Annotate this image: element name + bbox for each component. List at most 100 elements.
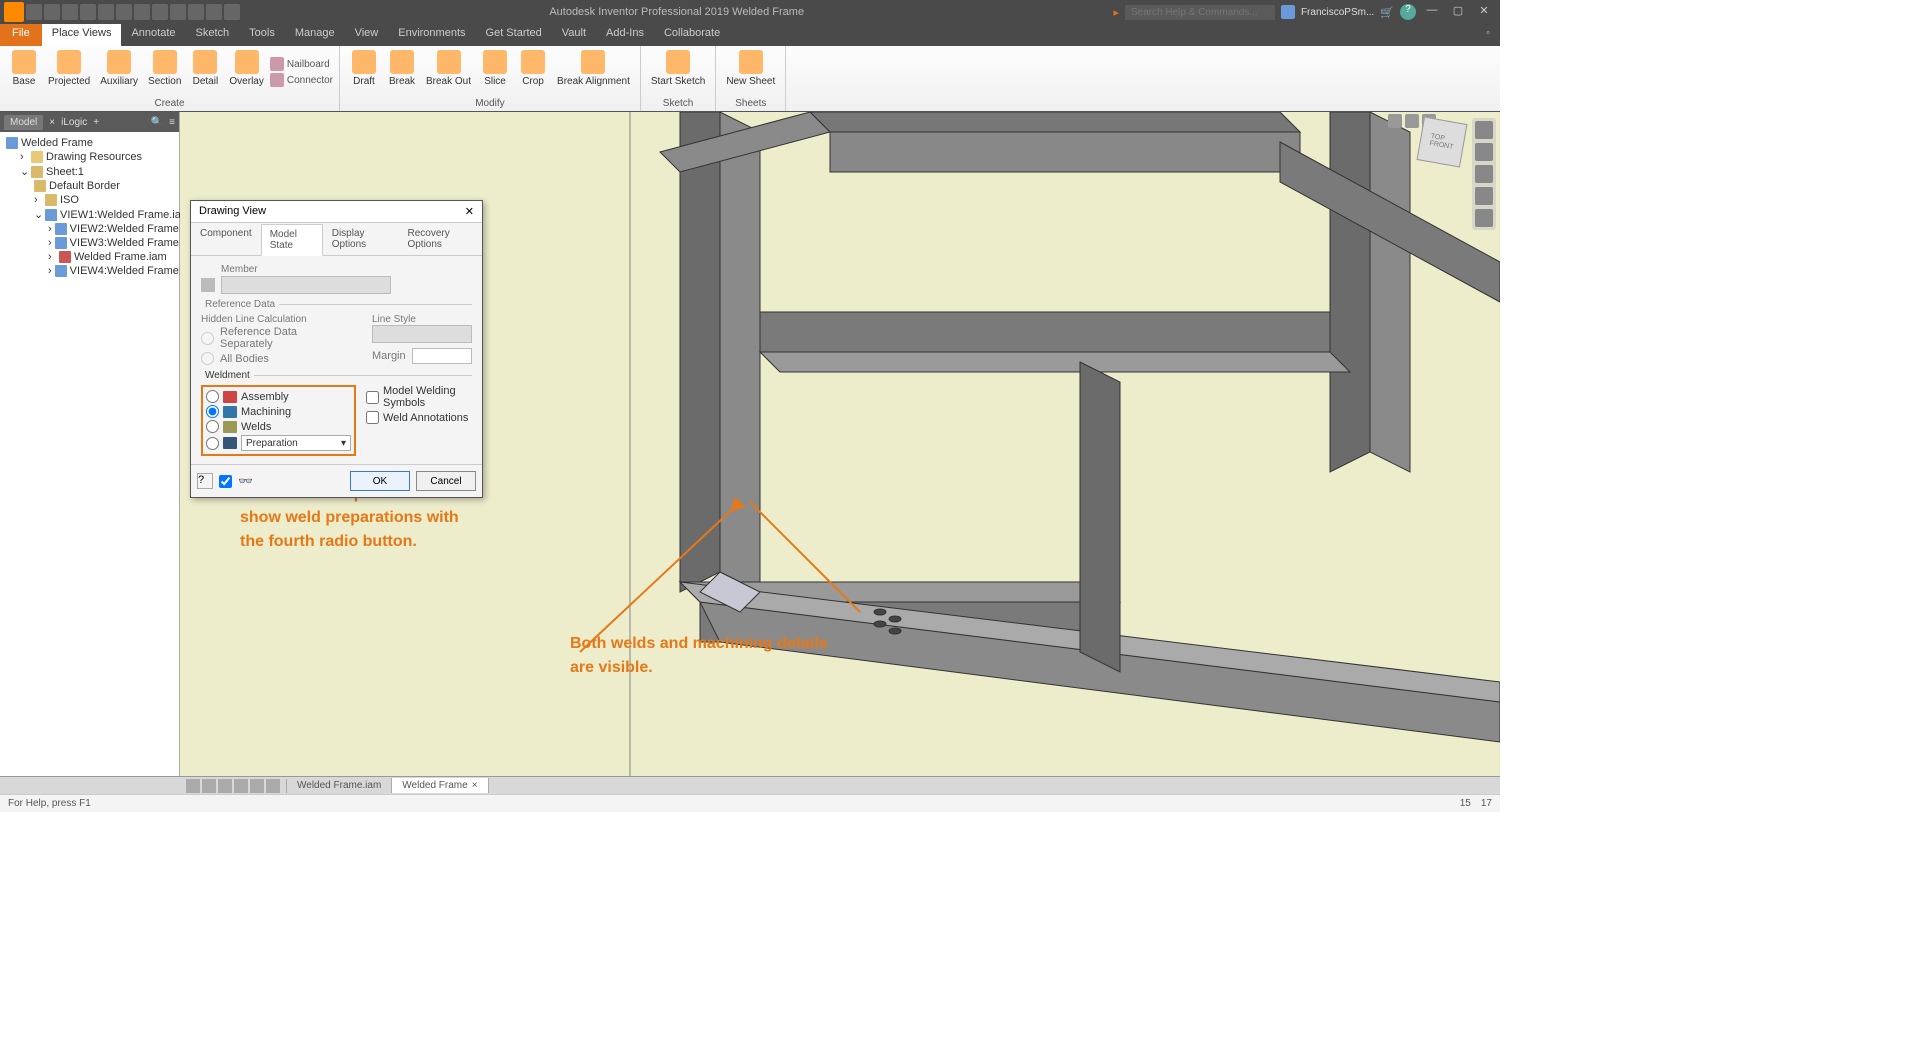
qat-save-icon[interactable] [44, 4, 60, 20]
help-search-input[interactable] [1125, 5, 1275, 20]
draft-button[interactable]: Draft [346, 48, 382, 96]
preparation-dropdown[interactable]: Preparation▾ [241, 435, 351, 451]
projected-button[interactable]: Projected [44, 48, 94, 96]
cancel-button[interactable]: Cancel [416, 471, 476, 491]
close-button[interactable]: ✕ [1474, 4, 1494, 20]
detail-button[interactable]: Detail [187, 48, 223, 96]
dialog-title-bar[interactable]: Drawing View ✕ [191, 201, 482, 223]
home-icon[interactable] [1475, 121, 1493, 139]
tree-item[interactable]: Default Border [34, 179, 175, 193]
break-alignment-button[interactable]: Break Alignment [553, 48, 634, 96]
assembly-radio[interactable] [206, 390, 219, 403]
minimize-button[interactable]: — [1422, 4, 1442, 20]
maximize-button[interactable]: ▢ [1448, 4, 1468, 20]
footer-checkbox[interactable] [219, 475, 232, 488]
base-button[interactable]: Base [6, 48, 42, 96]
browser-tab-ilogic[interactable]: iLogic [61, 117, 87, 128]
model-tree[interactable]: Welded Frame ›Drawing Resources ⌄Sheet:1… [0, 132, 179, 282]
qat-icon[interactable] [206, 4, 222, 20]
user-name[interactable]: FranciscoPSm... [1301, 7, 1374, 18]
slice-button[interactable]: Slice [477, 48, 513, 96]
glasses-icon[interactable]: 👓 [238, 474, 253, 488]
close-icon[interactable]: × [472, 780, 478, 791]
dialog-close-icon[interactable]: ✕ [465, 205, 474, 218]
doc-tab[interactable]: Welded Frame.iam [287, 778, 392, 793]
help-icon[interactable]: ? [197, 473, 213, 489]
ok-button[interactable]: OK [350, 471, 410, 491]
new-sheet-button[interactable]: New Sheet [722, 48, 779, 96]
tab-view[interactable]: View [345, 24, 389, 46]
canvas-icon[interactable] [1405, 114, 1419, 128]
radio-assembly-row[interactable]: Assembly [206, 390, 351, 403]
machining-radio[interactable] [206, 405, 219, 418]
tab-collaborate[interactable]: Collaborate [654, 24, 730, 46]
qat-icon[interactable] [170, 4, 186, 20]
tab-tools[interactable]: Tools [239, 24, 285, 46]
margin-input[interactable] [412, 348, 472, 364]
lookat-icon[interactable] [1475, 209, 1493, 227]
browser-tab-model[interactable]: Model [4, 115, 43, 130]
tab-sketch[interactable]: Sketch [186, 24, 240, 46]
tree-item[interactable]: ›Welded Frame.iam [48, 250, 175, 264]
tab-annotate[interactable]: Annotate [121, 24, 185, 46]
doctab-icon[interactable] [234, 779, 248, 793]
tree-item[interactable]: ⌄VIEW1:Welded Frame.iam [34, 207, 175, 222]
chk-weld-annotations-row[interactable]: Weld Annotations [366, 411, 472, 424]
doc-tab-active[interactable]: Welded Frame× [392, 778, 488, 793]
qat-icon[interactable] [116, 4, 132, 20]
tab-get-started[interactable]: Get Started [476, 24, 552, 46]
tab-environments[interactable]: Environments [388, 24, 475, 46]
qat-icon[interactable] [152, 4, 168, 20]
doctab-icon[interactable] [202, 779, 216, 793]
tab-addins[interactable]: Add-Ins [596, 24, 654, 46]
cart-icon[interactable]: 🛒 [1380, 6, 1394, 19]
file-tab[interactable]: File [0, 24, 42, 46]
qat-open-icon[interactable] [26, 4, 42, 20]
crop-button[interactable]: Crop [515, 48, 551, 96]
preparation-radio[interactable] [206, 437, 219, 450]
member-dropdown[interactable] [221, 276, 391, 294]
doctab-icon[interactable] [186, 779, 200, 793]
qat-icon[interactable] [224, 4, 240, 20]
tree-item[interactable]: ›VIEW3:Welded Frame.iam [48, 236, 175, 250]
connector-button[interactable]: Connector [270, 73, 333, 87]
welds-radio[interactable] [206, 420, 219, 433]
radio-welds-row[interactable]: Welds [206, 420, 351, 433]
section-button[interactable]: Section [144, 48, 185, 96]
doctab-icon[interactable] [218, 779, 232, 793]
help-icon[interactable]: ? [1400, 4, 1416, 20]
nailboard-button[interactable]: Nailboard [270, 57, 333, 71]
user-avatar-icon[interactable] [1281, 5, 1295, 19]
overlay-button[interactable]: Overlay [225, 48, 267, 96]
tab-manage[interactable]: Manage [285, 24, 345, 46]
browser-search-icon[interactable]: 🔍 [151, 117, 163, 128]
auxiliary-button[interactable]: Auxiliary [96, 48, 142, 96]
qat-icon[interactable] [134, 4, 150, 20]
tree-item[interactable]: ›VIEW2:Welded Frame.iam [48, 222, 175, 236]
tree-item[interactable]: ›ISO [34, 193, 175, 207]
tree-root[interactable]: Welded Frame [6, 136, 175, 150]
start-sketch-button[interactable]: Start Sketch [647, 48, 709, 96]
pan-icon[interactable] [1475, 143, 1493, 161]
break-out-button[interactable]: Break Out [422, 48, 475, 96]
radio-machining-row[interactable]: Machining [206, 405, 351, 418]
dialog-tab-display-options[interactable]: Display Options [323, 223, 399, 255]
tab-place-views[interactable]: Place Views [42, 24, 122, 46]
radio-prep-row[interactable]: Preparation▾ [206, 435, 351, 451]
ribbon-collapse-icon[interactable]: ◦ [1476, 24, 1500, 46]
tree-item[interactable]: ⌄Sheet:1 [20, 164, 175, 179]
model-welding-symbols-checkbox[interactable] [366, 391, 379, 404]
break-button[interactable]: Break [384, 48, 420, 96]
orbit-icon[interactable] [1475, 187, 1493, 205]
browser-menu-icon[interactable]: ≡ [169, 117, 175, 128]
qat-icon[interactable] [188, 4, 204, 20]
canvas-icon[interactable] [1388, 114, 1402, 128]
zoom-icon[interactable] [1475, 165, 1493, 183]
qat-undo-icon[interactable] [62, 4, 78, 20]
tree-item[interactable]: ›VIEW4:Welded Frame.iam [48, 264, 175, 278]
qat-redo-icon[interactable] [80, 4, 96, 20]
dialog-tab-model-state[interactable]: Model State [261, 224, 323, 256]
linestyle-dropdown[interactable] [372, 325, 472, 343]
tree-item[interactable]: ›Drawing Resources [20, 150, 175, 164]
doctab-icon[interactable] [250, 779, 264, 793]
